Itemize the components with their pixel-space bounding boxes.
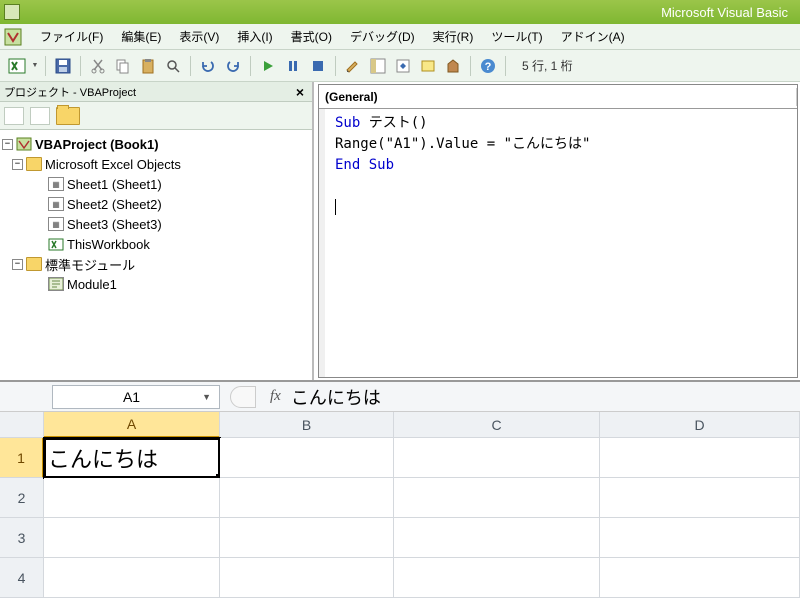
tree-sheet1[interactable]: ▦ Sheet1 (Sheet1) xyxy=(2,174,310,194)
pause-icon[interactable] xyxy=(282,55,304,77)
module-icon xyxy=(48,277,64,291)
workbook-icon xyxy=(48,237,64,251)
menu-format[interactable]: 書式(O) xyxy=(283,25,340,48)
save-icon[interactable] xyxy=(52,55,74,77)
find-icon[interactable] xyxy=(162,55,184,77)
design-mode-icon[interactable] xyxy=(342,55,364,77)
cell-d1[interactable] xyxy=(600,438,800,478)
cell-a2[interactable] xyxy=(44,478,220,518)
worksheet-grid[interactable]: A B C D 1 こんにちは 2 3 4 xyxy=(0,412,800,598)
chevron-down-icon[interactable]: ▼ xyxy=(202,392,211,402)
col-header-d[interactable]: D xyxy=(600,412,800,438)
code-editor[interactable]: Sub テスト() Range("A1").Value = "こんにちは" En… xyxy=(319,109,797,377)
folder-icon xyxy=(26,157,42,171)
menu-edit[interactable]: 編集(E) xyxy=(113,25,169,48)
cancel-formula-button[interactable] xyxy=(230,386,256,408)
col-header-c[interactable]: C xyxy=(394,412,600,438)
text-cursor xyxy=(335,199,336,215)
formula-bar[interactable]: こんにちは xyxy=(291,384,381,410)
title-text: Microsoft Visual Basic xyxy=(26,5,796,20)
stop-icon[interactable] xyxy=(307,55,329,77)
name-box[interactable]: A1 ▼ xyxy=(52,385,220,409)
tree-folder-objects[interactable]: − Microsoft Excel Objects xyxy=(2,154,310,174)
cell-b3[interactable] xyxy=(220,518,394,558)
menu-run[interactable]: 実行(R) xyxy=(425,25,482,48)
tree-module1[interactable]: Module1 xyxy=(2,274,310,294)
cell-c2[interactable] xyxy=(394,478,600,518)
row-header-4[interactable]: 4 xyxy=(0,558,44,598)
row-header-1[interactable]: 1 xyxy=(0,438,44,478)
cell-a1[interactable]: こんにちは xyxy=(44,438,220,478)
svg-text:?: ? xyxy=(485,61,492,73)
folder-icon xyxy=(26,257,42,271)
cell-c1[interactable] xyxy=(394,438,600,478)
cell-a4[interactable] xyxy=(44,558,220,598)
tree-sheet2[interactable]: ▦ Sheet2 (Sheet2) xyxy=(2,194,310,214)
tree-folder-modules[interactable]: − 標準モジュール xyxy=(2,254,310,274)
object-dropdown[interactable]: (General) xyxy=(319,88,797,106)
col-header-a[interactable]: A xyxy=(44,412,220,438)
code-window: (General) Sub テスト() Range("A1").Value = … xyxy=(318,84,798,378)
properties-icon[interactable] xyxy=(392,55,414,77)
worksheet-icon: ▦ xyxy=(48,197,64,211)
toolbar: ▼ ? 5 行, 1 桁 xyxy=(0,50,800,82)
toggle-folders-button[interactable] xyxy=(56,107,80,125)
collapse-icon[interactable]: − xyxy=(2,139,13,150)
titlebar: Microsoft Visual Basic xyxy=(0,0,800,24)
row-header-2[interactable]: 2 xyxy=(0,478,44,518)
excel-icon[interactable] xyxy=(6,55,28,77)
menu-tools[interactable]: ツール(T) xyxy=(483,25,550,48)
tree-sheet3[interactable]: ▦ Sheet3 (Sheet3) xyxy=(2,214,310,234)
app-icon xyxy=(4,4,20,20)
cell-d3[interactable] xyxy=(600,518,800,558)
redo-icon[interactable] xyxy=(222,55,244,77)
view-object-button[interactable] xyxy=(30,107,50,125)
run-icon[interactable] xyxy=(257,55,279,77)
select-all-corner[interactable] xyxy=(0,412,44,438)
tree-thisworkbook[interactable]: ThisWorkbook xyxy=(2,234,310,254)
worksheet-icon: ▦ xyxy=(48,177,64,191)
view-code-button[interactable] xyxy=(4,107,24,125)
cut-icon[interactable] xyxy=(87,55,109,77)
project-explorer-icon[interactable] xyxy=(367,55,389,77)
object-browser-icon[interactable] xyxy=(417,55,439,77)
excel-dropdown[interactable]: ▼ xyxy=(31,55,39,77)
close-icon[interactable]: × xyxy=(292,84,308,100)
help-icon[interactable]: ? xyxy=(477,55,499,77)
cell-d2[interactable] xyxy=(600,478,800,518)
tree-project-root[interactable]: − VBAProject (Book1) xyxy=(2,134,310,154)
toolbox-icon[interactable] xyxy=(442,55,464,77)
menu-file[interactable]: ファイル(F) xyxy=(32,25,111,48)
project-tree[interactable]: − VBAProject (Book1) − Microsoft Excel O… xyxy=(0,130,312,380)
menu-debug[interactable]: デバッグ(D) xyxy=(342,25,423,48)
menu-insert[interactable]: 挿入(I) xyxy=(229,25,280,48)
collapse-icon[interactable]: − xyxy=(12,259,23,270)
row-header-3[interactable]: 3 xyxy=(0,518,44,558)
paste-icon[interactable] xyxy=(137,55,159,77)
fx-icon[interactable]: fx xyxy=(270,388,281,405)
copy-icon[interactable] xyxy=(112,55,134,77)
undo-icon[interactable] xyxy=(197,55,219,77)
menu-view[interactable]: 表示(V) xyxy=(171,25,227,48)
excel-window: A1 ▼ fx こんにちは A B C D 1 こんにちは 2 3 4 xyxy=(0,380,800,598)
cell-d4[interactable] xyxy=(600,558,800,598)
cell-a3[interactable] xyxy=(44,518,220,558)
collapse-icon[interactable]: − xyxy=(12,159,23,170)
cell-b1[interactable] xyxy=(220,438,394,478)
vba-logo-icon xyxy=(4,28,22,46)
project-explorer: プロジェクト - VBAProject × − VBAProject (Book… xyxy=(0,82,314,380)
cell-c3[interactable] xyxy=(394,518,600,558)
cell-b2[interactable] xyxy=(220,478,394,518)
col-header-b[interactable]: B xyxy=(220,412,394,438)
menu-addins[interactable]: アドイン(A) xyxy=(553,25,633,48)
menubar: ファイル(F) 編集(E) 表示(V) 挿入(I) 書式(O) デバッグ(D) … xyxy=(0,24,800,50)
cursor-position: 5 行, 1 桁 xyxy=(522,57,573,74)
project-pane-title: プロジェクト - VBAProject xyxy=(4,84,292,100)
worksheet-icon: ▦ xyxy=(48,217,64,231)
cell-b4[interactable] xyxy=(220,558,394,598)
cell-c4[interactable] xyxy=(394,558,600,598)
project-icon xyxy=(16,137,32,151)
